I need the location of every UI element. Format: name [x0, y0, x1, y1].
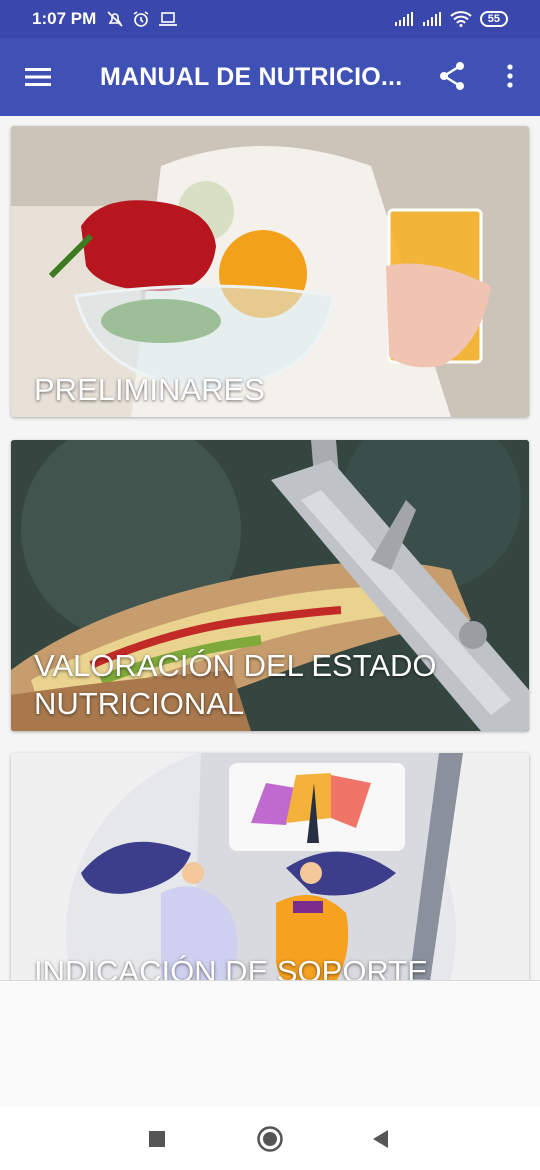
menu-button[interactable]: [0, 38, 76, 116]
app-bar: MANUAL DE NUTRICIO...: [0, 38, 540, 116]
recents-button[interactable]: [142, 1124, 172, 1154]
system-nav-bar: [0, 1106, 540, 1170]
home-icon: [257, 1126, 283, 1152]
home-button[interactable]: [255, 1124, 285, 1154]
card-title: VALORACIÓN DEL ESTADO NUTRICIONAL: [34, 648, 437, 721]
share-icon: [440, 62, 464, 90]
status-icons-right: 55: [394, 11, 508, 27]
signal-icon: [394, 12, 413, 26]
wifi-icon: [450, 11, 472, 27]
mute-icon: [107, 11, 123, 27]
scale-illustration: [11, 753, 529, 980]
menu-icon: [25, 68, 51, 86]
status-time: 1:07 PM: [32, 9, 97, 28]
content-list[interactable]: PRELIMINARES VALORACIÓN DEL ESTADO NUTRI…: [0, 116, 540, 980]
card-title: PRELIMINARES: [34, 372, 265, 407]
share-button[interactable]: [432, 56, 472, 96]
laptop-icon: [159, 12, 178, 26]
bottom-empty-area: [0, 980, 540, 1106]
card-valoracion[interactable]: VALORACIÓN DEL ESTADO NUTRICIONAL: [11, 440, 529, 731]
status-icons-left: [106, 10, 178, 28]
status-bar: 1:07 PM 55: [0, 0, 540, 38]
card-title: INDICACIÓN DE SOPORTE: [34, 954, 428, 980]
more-vert-icon: [507, 64, 513, 88]
battery-icon: 55: [479, 11, 508, 27]
back-icon: [373, 1130, 388, 1148]
recents-icon: [149, 1131, 165, 1147]
signal-icon: [422, 12, 441, 26]
more-options-button[interactable]: [490, 56, 530, 96]
page-title: MANUAL DE NUTRICIO...: [100, 62, 403, 91]
card-preliminares[interactable]: PRELIMINARES: [11, 126, 529, 417]
back-button[interactable]: [365, 1124, 395, 1154]
card-indicacion[interactable]: INDICACIÓN DE SOPORTE: [11, 753, 529, 980]
alarm-icon: [133, 11, 149, 27]
